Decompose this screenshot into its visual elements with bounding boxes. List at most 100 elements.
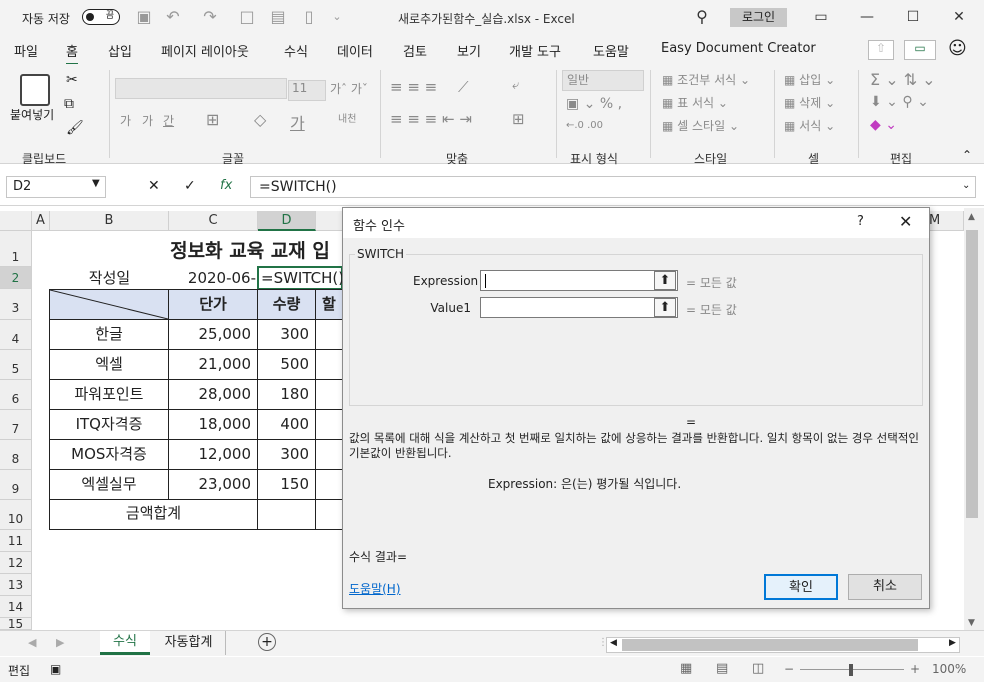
minimize-button[interactable]: — (844, 0, 890, 34)
item-price-cell[interactable]: 12,000 (169, 440, 258, 470)
macro-record-icon[interactable]: ▣ (50, 662, 61, 676)
zoom-slider-thumb[interactable] (849, 664, 853, 676)
enter-icon[interactable]: ✓ (184, 178, 196, 194)
function-help-link[interactable]: 도움말(H) (349, 580, 401, 597)
sheet-tab-autosum[interactable]: 자동합계 (152, 631, 226, 655)
row-header-8[interactable]: 8 (0, 440, 32, 470)
new-file-icon[interactable]: □ (237, 7, 257, 27)
tab-file[interactable]: 파일 (14, 41, 38, 60)
item-price-cell[interactable]: 23,000 (169, 470, 258, 500)
font-name-box[interactable] (115, 78, 287, 99)
diagonal-header-cell[interactable] (50, 290, 169, 320)
percent-icon[interactable]: ▣ ⌄ % , (566, 96, 622, 112)
cancel-entry-icon[interactable]: ✕ (148, 178, 160, 194)
font-color-icon[interactable]: 가 (290, 110, 305, 134)
save-icon[interactable]: ▣ (134, 7, 154, 27)
align-left-icon[interactable]: ≡ ≡ ≡ ⇤ ⇥ (390, 110, 472, 128)
insert-function-icon[interactable]: fx (220, 178, 232, 193)
zoom-in-icon[interactable]: + (910, 662, 920, 676)
column-header-e[interactable] (316, 211, 344, 231)
row-header-11[interactable]: 11 (0, 530, 32, 552)
copy-icon[interactable]: ⧉ (64, 96, 74, 112)
row-header-14[interactable]: 14 (0, 596, 32, 618)
column-header-b[interactable]: B (50, 211, 169, 231)
phonetic-icon[interactable]: 내천 (338, 110, 356, 125)
row-header-3[interactable]: 3 (0, 289, 32, 320)
formula-input[interactable]: =SWITCH() (250, 176, 976, 198)
format-painter-icon[interactable]: 🖌 (66, 120, 84, 136)
header-qty[interactable]: 수량 (258, 290, 316, 320)
cell-style-button[interactable]: ▦ 셀 스타일 ⌄ (662, 117, 739, 134)
search-icon[interactable]: ⚲ (692, 7, 712, 27)
border-icon[interactable]: ⊞ (206, 110, 219, 129)
autosave-toggle[interactable]: 끔 (82, 9, 120, 25)
page-break-view-icon[interactable]: ◫ (752, 661, 764, 676)
zoom-level[interactable]: 100% (932, 662, 966, 676)
select-all-corner[interactable] (0, 211, 32, 231)
row-header-5[interactable]: 5 (0, 350, 32, 380)
tab-help[interactable]: 도움말 (593, 41, 629, 60)
sheet-tab-formulas[interactable]: 수식 (100, 631, 150, 655)
scroll-up-icon[interactable]: ▲ (968, 212, 975, 222)
item-e-cell[interactable] (316, 440, 344, 470)
next-sheet-icon[interactable]: ▶ (56, 636, 64, 649)
value1-collapse-icon[interactable]: ⬆ (654, 298, 676, 317)
date-label-cell[interactable]: 작성일 (50, 267, 169, 289)
item-qty-cell[interactable]: 300 (258, 320, 316, 350)
add-sheet-icon[interactable]: + (258, 633, 276, 651)
tab-home[interactable]: 홈 (66, 41, 78, 66)
row-header-7[interactable]: 7 (0, 410, 32, 440)
customize-qat-icon[interactable]: ⌄ (327, 7, 347, 27)
total-e-cell[interactable] (316, 500, 344, 530)
prev-sheet-icon[interactable]: ◀ (28, 636, 36, 649)
tab-developer[interactable]: 개발 도구 (509, 41, 561, 60)
name-box[interactable]: D2 (6, 176, 106, 198)
bold-icon[interactable]: 가 (120, 112, 131, 129)
zoom-out-icon[interactable]: − (784, 662, 794, 676)
item-name-cell[interactable]: ITQ자격증 (50, 410, 169, 440)
form-icon[interactable]: ▤ (268, 7, 288, 27)
item-name-cell[interactable]: 엑셀실무 (50, 470, 169, 500)
item-price-cell[interactable]: 28,000 (169, 380, 258, 410)
tab-review[interactable]: 검토 (403, 41, 427, 60)
row-header-15[interactable]: 15 (0, 618, 32, 630)
item-e-cell[interactable] (316, 380, 344, 410)
decimal-icon[interactable]: ←.0 .00 (566, 120, 603, 131)
row-header-1[interactable]: 1 (0, 231, 32, 267)
item-price-cell[interactable]: 25,000 (169, 320, 258, 350)
cancel-button[interactable]: 취소 (848, 574, 922, 600)
item-qty-cell[interactable]: 300 (258, 440, 316, 470)
scroll-down-icon[interactable]: ▼ (968, 618, 975, 628)
merge-icon[interactable]: ⊞ (512, 110, 525, 128)
conditional-format-button[interactable]: ▦ 조건부 서식 ⌄ (662, 71, 750, 88)
row-header-2[interactable]: 2 (0, 267, 32, 289)
item-e-cell[interactable] (316, 470, 344, 500)
item-qty-cell[interactable]: 400 (258, 410, 316, 440)
date-cell[interactable]: 2020-06-21 (169, 267, 258, 309)
row-header-10[interactable]: 10 (0, 500, 32, 530)
row-header-6[interactable]: 6 (0, 380, 32, 410)
item-name-cell[interactable]: 엑셀 (50, 350, 169, 380)
vertical-scroll-thumb[interactable] (966, 230, 978, 518)
ribbon-display-icon[interactable]: ▭ (798, 0, 844, 34)
tab-easy-document-creator[interactable]: Easy Document Creator (661, 41, 816, 56)
item-price-cell[interactable]: 21,000 (169, 350, 258, 380)
active-cell-d2[interactable]: =SWITCH() (257, 266, 344, 290)
column-header-a[interactable]: A (32, 211, 50, 231)
smiley-icon[interactable]: ☺ (948, 38, 967, 59)
item-qty-cell[interactable]: 500 (258, 350, 316, 380)
share-icon[interactable]: ⇧ (868, 40, 894, 60)
row-header-4[interactable]: 4 (0, 320, 32, 350)
insert-cells-button[interactable]: ▦ 삽입 ⌄ (784, 71, 835, 88)
row-header-9[interactable]: 9 (0, 470, 32, 500)
expression-collapse-icon[interactable]: ⬆ (654, 271, 676, 290)
scroll-right-icon[interactable]: ▶ (949, 638, 956, 648)
tab-view[interactable]: 보기 (457, 41, 481, 60)
horizontal-scroll-thumb[interactable] (622, 639, 918, 651)
row-header-13[interactable]: 13 (0, 574, 32, 596)
align-top-icon[interactable]: ≡ ≡ ≡ (390, 78, 437, 96)
item-qty-cell[interactable]: 180 (258, 380, 316, 410)
item-name-cell[interactable]: 파워포인트 (50, 380, 169, 410)
close-window-button[interactable]: ✕ (936, 0, 982, 34)
name-box-dropdown-icon[interactable]: ▼ (92, 178, 100, 189)
